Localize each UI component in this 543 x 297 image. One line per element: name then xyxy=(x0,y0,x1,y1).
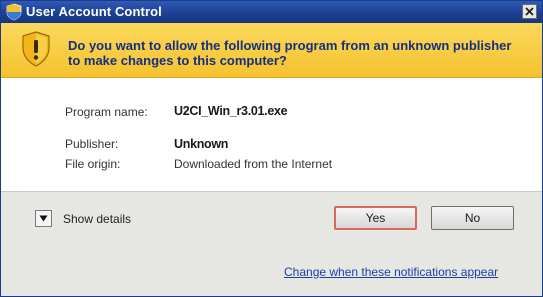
close-icon xyxy=(525,7,534,16)
window-title: User Account Control xyxy=(26,4,162,19)
program-details: Program name: U2CI_Win_r3.01.exe Publish… xyxy=(1,78,542,192)
warning-question: Do you want to allow the following progr… xyxy=(68,38,512,68)
uac-dialog: User Account Control Do you want to allo… xyxy=(0,0,543,297)
close-button[interactable] xyxy=(522,4,537,19)
no-button[interactable]: No xyxy=(431,206,514,230)
publisher-label: Publisher: xyxy=(65,137,119,151)
warning-banner: Do you want to allow the following progr… xyxy=(1,23,542,78)
show-details-toggle[interactable] xyxy=(35,210,52,227)
program-name-label: Program name: xyxy=(65,105,148,119)
uac-shield-warning-icon xyxy=(22,31,50,67)
yes-button[interactable]: Yes xyxy=(334,206,417,230)
file-origin-label: File origin: xyxy=(65,157,121,171)
chevron-down-icon xyxy=(39,215,48,222)
show-details-label[interactable]: Show details xyxy=(63,212,131,226)
title-bar[interactable]: User Account Control xyxy=(1,1,542,23)
file-origin-value: Downloaded from the Internet xyxy=(174,157,333,171)
program-name-value: U2CI_Win_r3.01.exe xyxy=(174,104,288,118)
notification-settings-link[interactable]: Change when these notifications appear xyxy=(284,265,498,279)
uac-shield-icon xyxy=(6,3,22,21)
publisher-value: Unknown xyxy=(174,137,229,151)
